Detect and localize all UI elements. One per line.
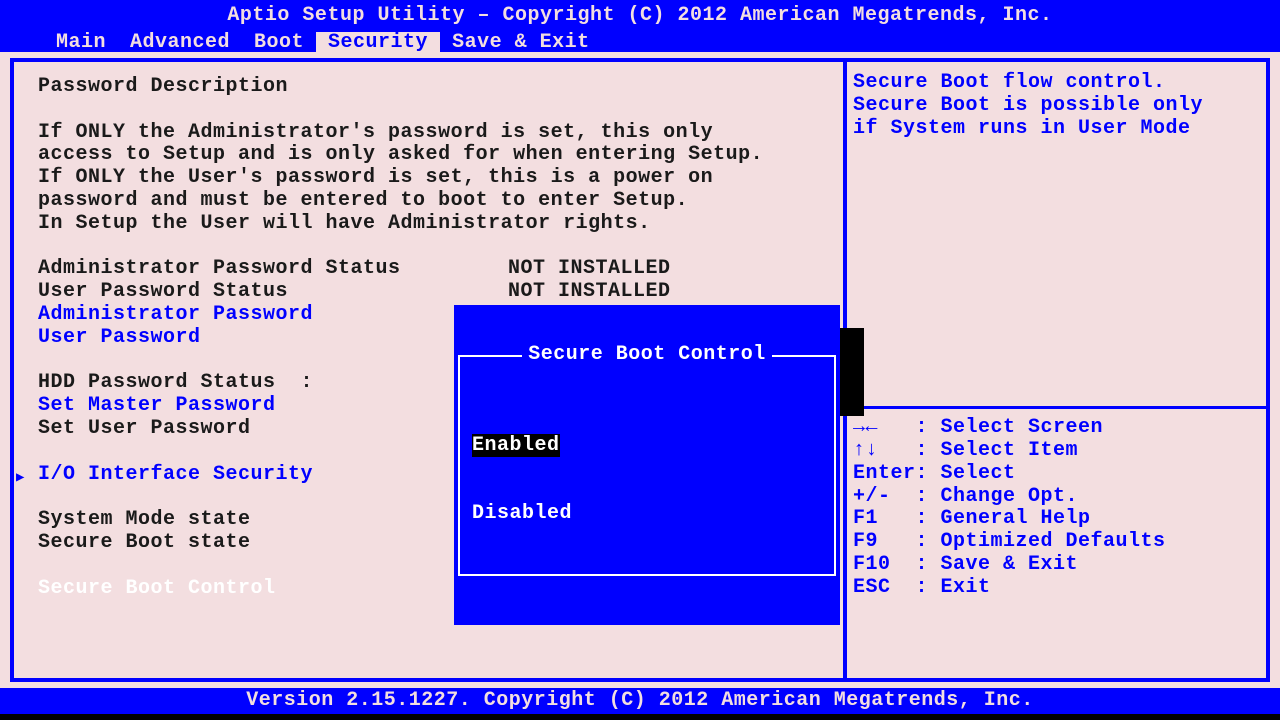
key-change-opt: +/- : Change Opt. (853, 486, 1260, 509)
popup-option-disabled[interactable]: Disabled (468, 503, 826, 526)
system-mode-state-label: System Mode state (38, 509, 508, 532)
user-password-status-label: User Password Status (38, 281, 508, 304)
tab-security[interactable]: Security (316, 32, 440, 55)
popup-option-enabled[interactable]: Enabled (468, 435, 826, 458)
tab-advanced[interactable]: Advanced (118, 32, 242, 55)
item-help-line: Secure Boot is possible only (853, 95, 1260, 118)
key-optimized-defaults: F9 : Optimized Defaults (853, 531, 1260, 554)
right-panel: Secure Boot flow control. Secure Boot is… (845, 58, 1270, 682)
password-description-heading: Password Description (38, 76, 819, 99)
tab-save-exit[interactable]: Save & Exit (440, 32, 602, 55)
left-panel: Password Description If ONLY the Adminis… (10, 58, 845, 682)
popup-title: Secure Boot Control (522, 344, 772, 367)
key-select-screen: →← : Select Screen (853, 417, 1260, 440)
desc-line: access to Setup and is only asked for wh… (38, 144, 819, 167)
key-help: →← : Select Screen ↑↓ : Select Item Ente… (853, 417, 1260, 668)
desc-line: In Setup the User will have Administrato… (38, 213, 819, 236)
item-help-line: Secure Boot flow control. (853, 72, 1260, 95)
panel-divider (847, 406, 1266, 409)
tab-main[interactable]: Main (44, 32, 118, 55)
desc-line: If ONLY the User's password is set, this… (38, 167, 819, 190)
desc-line: password and must be entered to boot to … (38, 190, 819, 213)
key-exit: ESC : Exit (853, 577, 1260, 600)
key-select-item: ↑↓ : Select Item (853, 440, 1260, 463)
secure-boot-state-label: Secure Boot state (38, 532, 508, 555)
admin-password-status-value: NOT INSTALLED (508, 258, 671, 281)
secure-boot-control-popup: Secure Boot Control Enabled Disabled (454, 305, 840, 625)
bios-title: Aptio Setup Utility – Copyright (C) 2012… (0, 0, 1280, 28)
key-general-help: F1 : General Help (853, 508, 1260, 531)
secure-boot-control-label[interactable]: Secure Boot Control (38, 578, 508, 601)
item-help-line: if System runs in User Mode (853, 118, 1260, 141)
admin-password-status-label: Administrator Password Status (38, 258, 508, 281)
desc-line: If ONLY the Administrator's password is … (38, 122, 819, 145)
bios-footer: Version 2.15.1227. Copyright (C) 2012 Am… (0, 688, 1280, 714)
tab-boot[interactable]: Boot (242, 32, 316, 55)
user-password-status-value: NOT INSTALLED (508, 281, 671, 304)
key-enter: Enter: Select (853, 463, 1260, 486)
key-save-exit: F10 : Save & Exit (853, 554, 1260, 577)
